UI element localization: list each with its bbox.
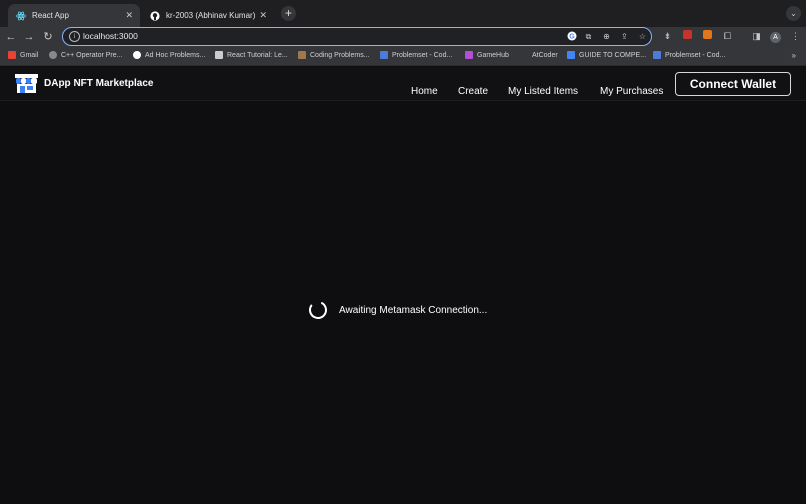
- bookmark-item[interactable]: Gmail: [8, 51, 38, 59]
- brand-title[interactable]: DApp NFT Marketplace: [44, 78, 153, 89]
- nav-create[interactable]: Create: [458, 86, 488, 97]
- tab-title: React App: [32, 11, 69, 20]
- loading-indicator: Awaiting Metamask Connection...: [308, 300, 487, 320]
- nav-my-listed-items[interactable]: My Listed Items: [508, 86, 578, 97]
- marketplace-logo-icon[interactable]: [15, 74, 38, 94]
- docs-icon: [567, 51, 575, 59]
- tab-react-app[interactable]: React App ✕: [8, 4, 140, 27]
- bookmark-item[interactable]: Problemset - Cod...: [380, 51, 452, 59]
- tab-search-button[interactable]: ⌄: [786, 6, 801, 21]
- bookmark-item[interactable]: Coding Problems...: [298, 51, 370, 59]
- gamehub-icon: [465, 51, 473, 59]
- tab-title: kr-2003 (Abhinav Kumar): [166, 11, 256, 20]
- new-tab-button[interactable]: +: [281, 6, 296, 21]
- globe-icon: [49, 51, 57, 59]
- bookmark-item[interactable]: AtCoder: [520, 51, 558, 59]
- nav-home[interactable]: Home: [411, 86, 438, 97]
- connect-wallet-button[interactable]: Connect Wallet: [675, 72, 791, 96]
- translate-icon[interactable]: ⧉: [583, 31, 594, 42]
- menu-kebab-icon[interactable]: ⋮: [789, 30, 802, 43]
- forward-icon[interactable]: →: [21, 29, 37, 45]
- bookmarks-bar: Gmail C++ Operator Pre... Ad Hoc Problem…: [0, 48, 806, 66]
- address-bar[interactable]: i localhost:3000 G ⧉ ⊕ ⇪ ☆: [62, 27, 652, 46]
- bookmark-item[interactable]: GameHub: [465, 51, 509, 59]
- close-icon[interactable]: ✕: [125, 10, 133, 21]
- share-icon[interactable]: ⇪: [619, 31, 630, 42]
- bookmarks-overflow-button[interactable]: »: [792, 51, 796, 60]
- chart-icon: [215, 51, 223, 59]
- svg-text:G: G: [569, 34, 575, 41]
- metamask-icon[interactable]: [701, 30, 714, 43]
- browser-toolbar: ← → ↻ i localhost:3000 G ⧉ ⊕ ⇪ ☆ ⇟ ⧠ ◨ A…: [0, 27, 806, 48]
- avatar[interactable]: A: [769, 30, 782, 43]
- side-panel-icon[interactable]: ◨: [750, 30, 763, 43]
- back-icon[interactable]: ←: [3, 29, 19, 45]
- bars-icon: [653, 51, 661, 59]
- zoom-icon[interactable]: ⊕: [601, 31, 612, 42]
- bookmark-item[interactable]: C++ Operator Pre...: [49, 51, 122, 59]
- main-content: Awaiting Metamask Connection...: [0, 101, 806, 504]
- site-info-icon[interactable]: i: [69, 31, 80, 42]
- extensions-puzzle-icon[interactable]: ⧠: [721, 30, 734, 43]
- google-icon[interactable]: G: [566, 31, 577, 42]
- bookmark-item[interactable]: Problemset - Cod...: [653, 51, 725, 59]
- react-icon: [16, 11, 26, 21]
- bookmark-item[interactable]: Ad Hoc Problems...: [133, 51, 205, 59]
- cc-icon: [298, 51, 306, 59]
- atcoder-icon: [520, 51, 528, 59]
- loading-text: Awaiting Metamask Connection...: [339, 304, 488, 316]
- nav-my-purchases[interactable]: My Purchases: [600, 86, 663, 97]
- close-icon[interactable]: ✕: [259, 10, 267, 21]
- browser-tab-bar: React App ✕ kr-2003 (Abhinav Kumar) ✕ + …: [0, 0, 806, 27]
- url-text[interactable]: localhost:3000: [83, 31, 138, 41]
- bookmark-star-icon[interactable]: ☆: [637, 31, 648, 42]
- reload-icon[interactable]: ↻: [40, 29, 56, 45]
- bookmark-item[interactable]: React Tutorial: Le...: [215, 51, 288, 59]
- extension-icon[interactable]: ⇟: [661, 30, 674, 43]
- github-icon: [150, 10, 160, 21]
- gmail-icon: [8, 51, 16, 59]
- app-navbar: DApp NFT Marketplace Home Create My List…: [0, 67, 806, 101]
- bookmark-item[interactable]: GUIDE TO COMPE...: [567, 51, 646, 59]
- extension-red-icon[interactable]: [681, 30, 694, 43]
- spinner-icon: [309, 301, 327, 319]
- atlassian-icon: [133, 51, 141, 59]
- tab-github[interactable]: kr-2003 (Abhinav Kumar) ✕: [142, 4, 274, 27]
- bars-icon: [380, 51, 388, 59]
